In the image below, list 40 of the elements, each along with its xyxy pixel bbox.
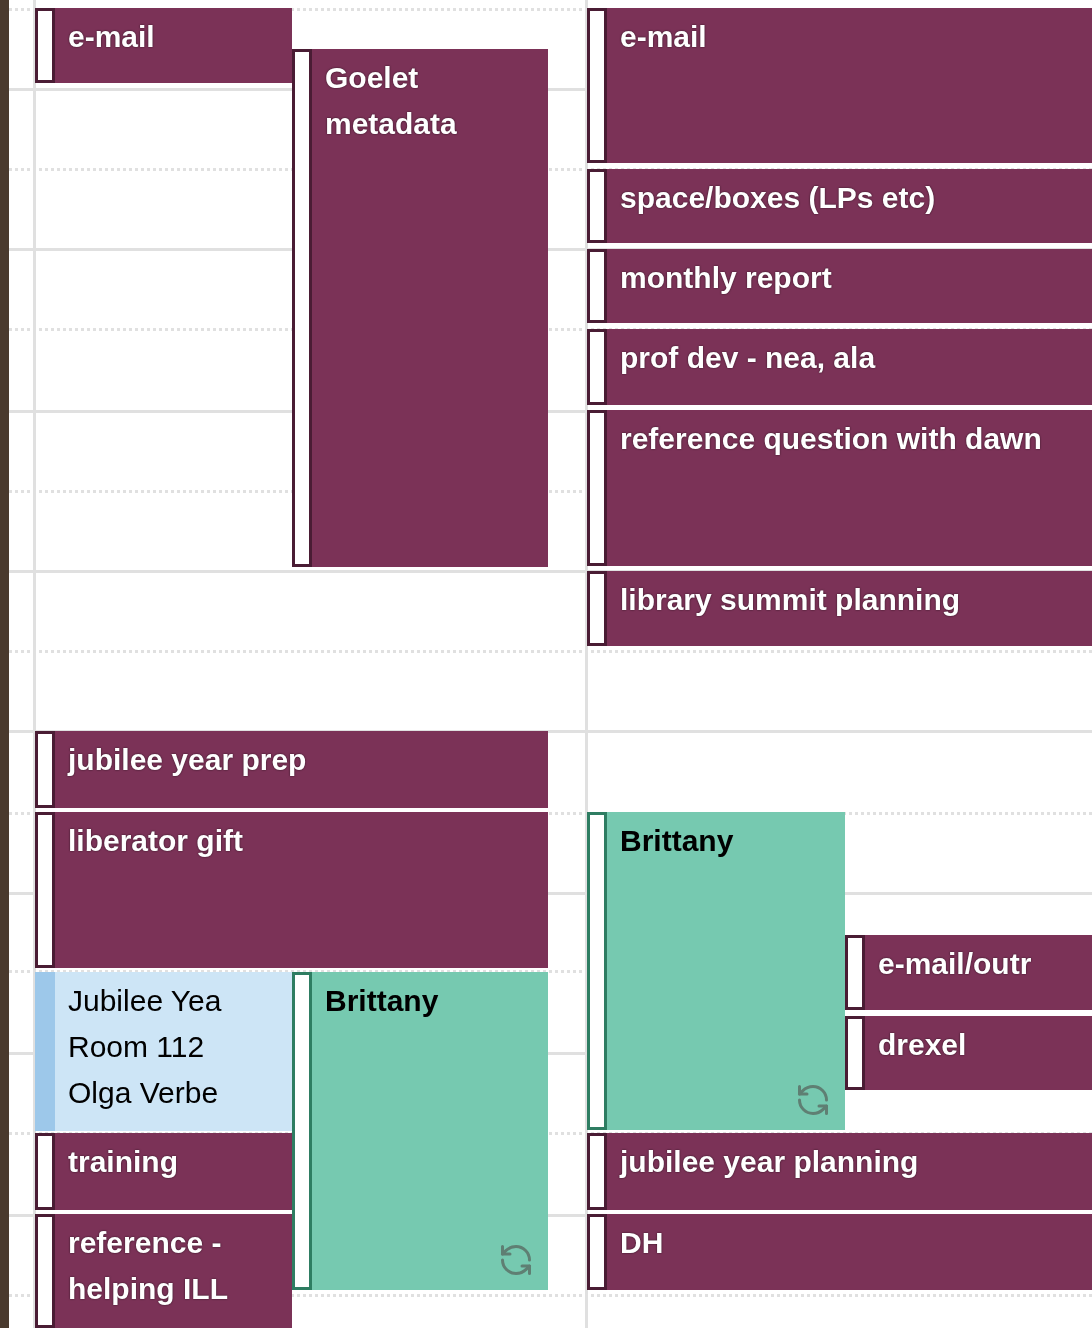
event-title: Jubilee Yea	[68, 983, 222, 1019]
calendar-event[interactable]: library summit planning	[587, 571, 1092, 646]
calendar-event[interactable]: Brittany	[292, 972, 548, 1290]
event-title: e-mail	[620, 19, 707, 55]
calendar-event[interactable]: drexel	[845, 1016, 1092, 1090]
calendar-event[interactable]: prof dev - nea, ala	[587, 329, 1092, 405]
calendar-event[interactable]: e-mail/outr	[845, 935, 1092, 1010]
event-title: reference question with dawn	[620, 421, 1042, 457]
calendar-event[interactable]: e-mail	[587, 8, 1092, 163]
event-organizer: Olga Verbe	[68, 1075, 220, 1111]
event-title: reference - helping ILL	[68, 1225, 229, 1307]
calendar-event[interactable]: jubilee year planning	[587, 1133, 1092, 1210]
calendar-event[interactable]: e-mail	[35, 8, 292, 83]
calendar-event[interactable]: reference question with dawn	[587, 410, 1092, 566]
calendar-event[interactable]: training	[35, 1133, 292, 1210]
event-title: drexel	[878, 1027, 967, 1063]
calendar-event[interactable]: Brittany	[587, 812, 845, 1130]
event-title: Brittany	[325, 983, 439, 1019]
calendar-event[interactable]: monthly report	[587, 249, 1092, 323]
event-title: jubilee year planning	[620, 1144, 919, 1180]
calendar-event[interactable]: Jubilee Yea Room 112 Olga Verbe	[35, 972, 292, 1131]
event-title: Brittany	[620, 823, 734, 859]
calendar-event[interactable]: reference - helping ILL	[35, 1214, 292, 1328]
calendar-event[interactable]: DH	[587, 1214, 1092, 1290]
event-title: monthly report	[620, 260, 832, 296]
calendar-event[interactable]: jubilee year prep	[35, 731, 548, 808]
event-title: jubilee year prep	[68, 742, 307, 778]
event-title: prof dev - nea, ala	[620, 340, 876, 376]
event-title: training	[68, 1144, 178, 1180]
event-title: DH	[620, 1225, 664, 1261]
event-title: Goelet metadata	[325, 60, 458, 142]
event-location: Room 112	[68, 1029, 206, 1065]
event-title: library summit planning	[620, 582, 961, 618]
event-title: e-mail	[68, 19, 155, 55]
event-title: e-mail/outr	[878, 946, 1032, 982]
calendar-event[interactable]: liberator gift	[35, 812, 548, 968]
calendar-event[interactable]: Goelet metadata	[292, 49, 548, 567]
calendar-event[interactable]: space/boxes (LPs etc)	[587, 169, 1092, 243]
event-title: liberator gift	[68, 823, 243, 859]
event-title: space/boxes (LPs etc)	[620, 180, 936, 216]
